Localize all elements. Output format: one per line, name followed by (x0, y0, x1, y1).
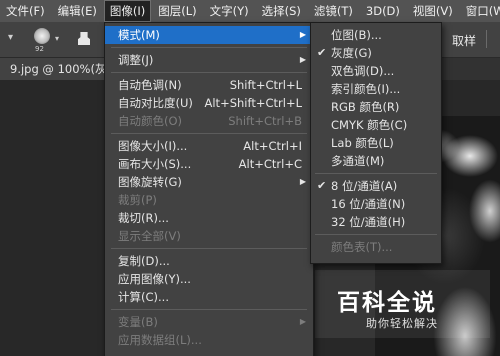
menu-item-label: 灰度(G) (331, 46, 372, 60)
image-menu-item[interactable]: 自动色调(N) Shift+Ctrl+L (105, 76, 313, 94)
menu-item-label: 裁切(R)... (118, 211, 169, 225)
submenu-arrow-icon: ▶ (299, 177, 306, 186)
menu-separator (111, 72, 307, 73)
image-menu-item[interactable]: 调整(J) ▶ (105, 51, 313, 69)
menu-separator (111, 47, 307, 48)
menu-separator (315, 173, 437, 174)
menu-separator (111, 309, 307, 310)
document-tab[interactable]: 9.jpg @ 100%(灰色 (0, 58, 114, 80)
mode-menu-item[interactable]: Lab 颜色(L) (311, 134, 441, 152)
mode-menu-item: 颜色表(T)... (311, 238, 441, 256)
menubar-item[interactable]: 图层(L) (152, 0, 202, 22)
watermark-title: 百科全说 (337, 290, 437, 316)
menu-item-label: 显示全部(V) (118, 229, 181, 243)
menu-item-label: 裁剪(P) (118, 193, 157, 207)
image-menu-item: 自动颜色(O) Shift+Ctrl+B (105, 112, 313, 130)
menu-bar: 文件(F) 编辑(E) 图像(I) 图层(L) 文字(Y) 选择(S) 滤镜(T) 3D(D)… (0, 0, 500, 22)
menu-item-label: 计算(C)... (118, 290, 169, 304)
menu-item-label: 复制(D)... (118, 254, 170, 268)
menu-item-shortcut: Shift+Ctrl+B (228, 114, 302, 128)
image-menu-item[interactable]: 裁切(R)... (105, 209, 313, 227)
menu-item-label: 模式(M) (118, 28, 160, 42)
menu-item-label: Lab 颜色(L) (331, 136, 394, 150)
image-menu-item[interactable]: 图像大小(I)... Alt+Ctrl+I (105, 137, 313, 155)
options-divider (486, 30, 487, 48)
mode-menu-item[interactable]: 双色调(D)... (311, 62, 441, 80)
menu-separator (111, 248, 307, 249)
menu-item-shortcut: Shift+Ctrl+L (229, 78, 302, 92)
image-menu-item[interactable]: 画布大小(S)... Alt+Ctrl+C (105, 155, 313, 173)
menu-item-label: 应用图像(Y)... (118, 272, 191, 286)
menu-item-label: 索引颜色(I)... (331, 82, 401, 96)
menu-item-label: 图像大小(I)... (118, 139, 188, 153)
mode-menu-item[interactable]: 32 位/通道(H) (311, 213, 441, 231)
photoshop-window: 文件(F) 编辑(E) 图像(I) 图层(L) 文字(Y) 选择(S) 滤镜(T) 3D(D)… (0, 0, 500, 356)
image-menu-item: 裁剪(P) (105, 191, 313, 209)
menubar-item[interactable]: 图像(I) (103, 0, 152, 22)
mode-menu-item[interactable]: CMYK 颜色(C) (311, 116, 441, 134)
menu-item-label: 调整(J) (118, 53, 154, 67)
brush-preview-icon[interactable] (34, 28, 50, 44)
image-menu-item[interactable]: 图像旋转(G) ▶ (105, 173, 313, 191)
menu-item-label: 16 位/通道(N) (331, 197, 406, 211)
menu-separator (315, 234, 437, 235)
image-menu: 模式(M) ▶ 调整(J) ▶ 自动色调(N) Shift+Ctrl+L 自动对比度(U) A… (104, 22, 314, 356)
submenu-arrow-icon: ▶ (299, 55, 306, 64)
menu-item-label: 32 位/通道(H) (331, 215, 406, 229)
mode-menu-item[interactable]: ✔ 8 位/通道(A) (311, 177, 441, 195)
brush-picker-chevron-icon[interactable]: ▾ (55, 34, 59, 43)
menubar-item[interactable]: 滤镜(T) (308, 0, 359, 22)
image-menu-item[interactable]: 复制(D)... (105, 252, 313, 270)
menu-item-label: 双色调(D)... (331, 64, 395, 78)
checkmark-icon: ✔ (317, 179, 327, 192)
menu-item-label: 8 位/通道(A) (331, 179, 398, 193)
menu-item-label: 画布大小(S)... (118, 157, 192, 171)
sample-label: 取样 (452, 34, 477, 48)
menu-item-shortcut: Alt+Shift+Ctrl+L (204, 96, 303, 110)
menu-item-label: CMYK 颜色(C) (331, 118, 408, 132)
submenu-arrow-icon: ▶ (299, 317, 306, 326)
menu-item-label: 颜色表(T)... (331, 240, 393, 254)
tool-preset-chevron-icon[interactable]: ▾ (8, 32, 13, 43)
stamp-icon[interactable] (78, 32, 90, 45)
image-menu-item[interactable]: 模式(M) ▶ (105, 26, 313, 44)
mode-menu-item[interactable]: 多通道(M) (311, 152, 441, 170)
menubar-item[interactable]: 3D(D) (360, 0, 406, 22)
menu-separator (111, 133, 307, 134)
menubar-item[interactable]: 视图(V) (407, 0, 459, 22)
menu-item-label: 图像旋转(G) (118, 175, 182, 189)
watermark-subtitle: 助你轻松解决 (366, 317, 438, 330)
mode-menu-item[interactable]: 索引颜色(I)... (311, 80, 441, 98)
mode-menu-item[interactable]: RGB 颜色(R) (311, 98, 441, 116)
menubar-item[interactable]: 窗口(W) (460, 0, 500, 22)
menubar-item[interactable]: 编辑(E) (52, 0, 103, 22)
menu-item-shortcut: Alt+Ctrl+I (243, 139, 302, 153)
menu-item-label: 变量(B) (118, 315, 158, 329)
menu-item-label: RGB 颜色(R) (331, 100, 400, 114)
menu-item-label: 自动对比度(U) (118, 96, 193, 110)
mode-submenu: 位图(B)... ✔ 灰度(G) 双色调(D)... 索引颜色(I)... RGB 颜色(… (310, 22, 442, 264)
menubar-item[interactable]: 文件(F) (0, 0, 51, 22)
menu-item-label: 多通道(M) (331, 154, 385, 168)
menu-item-shortcut: Alt+Ctrl+C (238, 157, 302, 171)
mode-menu-item[interactable]: 位图(B)... (311, 26, 441, 44)
menubar-item[interactable]: 文字(Y) (204, 0, 255, 22)
menu-item-label: 自动颜色(O) (118, 114, 183, 128)
image-menu-item[interactable]: 应用图像(Y)... (105, 270, 313, 288)
image-menu-item[interactable]: 自动对比度(U) Alt+Shift+Ctrl+L (105, 94, 313, 112)
brush-size-value: 92 (35, 45, 44, 53)
menubar-item[interactable]: 选择(S) (256, 0, 307, 22)
submenu-arrow-icon: ▶ (299, 30, 306, 39)
image-menu-item[interactable]: 计算(C)... (105, 288, 313, 306)
image-menu-item: 变量(B) ▶ (105, 313, 313, 331)
menu-item-label: 应用数据组(L)... (118, 333, 202, 347)
image-menu-item: 显示全部(V) (105, 227, 313, 245)
mode-menu-item[interactable]: 16 位/通道(N) (311, 195, 441, 213)
mode-menu-item[interactable]: ✔ 灰度(G) (311, 44, 441, 62)
image-menu-item: 应用数据组(L)... (105, 331, 313, 349)
menu-item-label: 位图(B)... (331, 28, 382, 42)
checkmark-icon: ✔ (317, 46, 327, 59)
menu-item-label: 自动色调(N) (118, 78, 182, 92)
